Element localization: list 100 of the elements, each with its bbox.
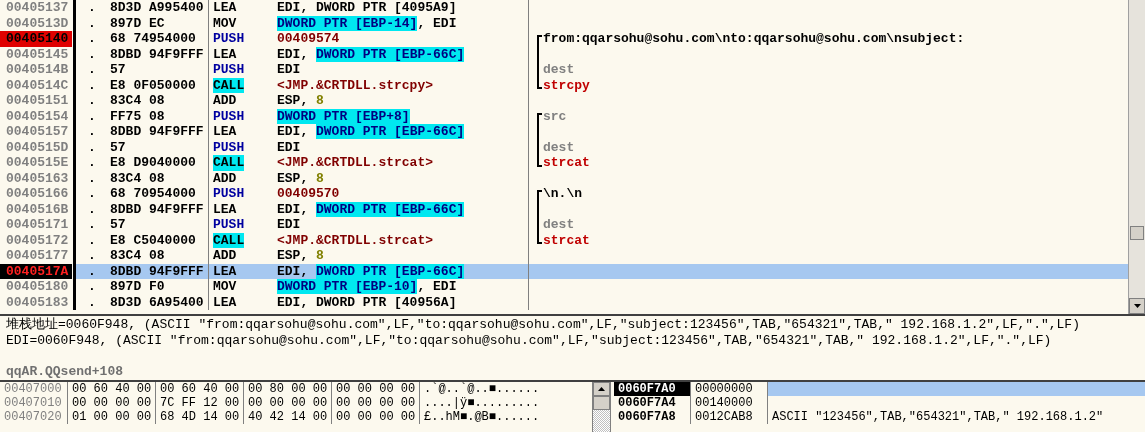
operand-cell: ESP, 8 [277, 93, 324, 109]
ascii-cell-text: ....|ÿ■......... [423, 396, 540, 410]
value-cell: 00140000 [690, 396, 768, 410]
mnemonic-cell: PUSH [213, 62, 245, 78]
down-arrow-icon [1133, 304, 1141, 308]
dot-marker: . [88, 248, 97, 264]
address-cell-text: 0040514B [5, 62, 70, 78]
comment-text: strcat [542, 232, 590, 248]
operand-cell: ESP, 8 [277, 248, 324, 264]
hex-cell: 8DBD 94F9FFF [110, 263, 204, 279]
comment-text: dest [542, 139, 575, 155]
scroll-thumb[interactable] [593, 396, 610, 410]
address-cell-text: 00405137 [5, 0, 70, 16]
dot-marker: . [88, 15, 97, 31]
operand-cell: <JMP.&CRTDLL.strcat> [277, 155, 434, 171]
mnemonic-cell: LEA [213, 294, 237, 310]
operand-cell: EDI [277, 62, 301, 78]
scroll-down-button[interactable] [1129, 298, 1145, 314]
address-cell-text: 0040516B [5, 201, 70, 217]
hex-cell: 01 00 00 00 [68, 410, 156, 424]
dot-marker: . [88, 279, 97, 295]
address-cell: 00407000 [0, 382, 68, 396]
hex-cell: E8 D9040000 [110, 155, 196, 171]
dot-marker: . [88, 46, 97, 62]
scrollbar[interactable] [592, 382, 611, 432]
dot-marker: . [88, 217, 97, 233]
hex-cell: 68 70954000 [110, 186, 196, 202]
operand-cell: EDI [277, 139, 301, 155]
mnemonic-cell: PUSH [213, 186, 245, 202]
operand-cell: 00409574 [277, 31, 340, 47]
value-text: 堆栈地址=0060F948, (ASCII "from:qqarsohu@sohu.com",LF,"to:qqarsohu@sohu.com",LF,"subject:123456",TAB,"654321",TAB," 192.168.1.2",LF,".",LF) [6, 317, 1081, 333]
stack-row[interactable]: 0060F7A0 00000000 [614, 382, 1145, 396]
dot-marker: . [88, 139, 97, 155]
value-cell: 00000000 [690, 382, 768, 396]
mnemonic-cell: MOV [213, 279, 237, 295]
hex-cell: 7C FF 12 00 [156, 396, 244, 410]
dot-marker: . [88, 232, 97, 248]
hex-cell: 00 00 00 00 [332, 410, 420, 424]
operand-cell: 00409570 [277, 186, 340, 202]
hex-cell: 00 00 00 00 [332, 382, 420, 396]
hex-cell: 57 [110, 217, 126, 233]
address-cell-text: 00405180 [5, 279, 70, 295]
mnemonic-cell: ADD [213, 93, 237, 109]
operand-cell: EDI [277, 217, 301, 233]
hex-cell: 00 60 40 00 [68, 382, 156, 396]
comment-text: \n.\n [542, 186, 582, 202]
scroll-up-button[interactable] [593, 382, 610, 396]
address-cell-text: 0040514C [5, 77, 70, 93]
mnemonic-cell: MOV [213, 15, 237, 31]
hex-cell: E8 C5040000 [110, 232, 196, 248]
comment-text: strcpy [542, 77, 590, 93]
dot-marker: . [88, 62, 97, 78]
hex-cell: 897D F0 [110, 279, 165, 295]
value-cell: 0012CAB8 [690, 410, 768, 424]
location-text: qqAR.QQsend+108 [6, 364, 125, 380]
ascii-cell-text: £..hM■.@B■...... [423, 410, 540, 424]
dot-marker: . [88, 31, 97, 47]
comment-text: src [542, 108, 567, 124]
operand-cell: ESP, 8 [277, 170, 324, 186]
dot-marker: . [88, 93, 97, 109]
mnemonic-cell: LEA [213, 263, 237, 279]
mnemonic-cell: LEA [213, 46, 237, 62]
hex-cell: 68 4D 14 00 [156, 410, 244, 424]
hex-cell: 00 00 00 00 [68, 396, 156, 410]
dot-marker: . [88, 0, 97, 16]
dot-marker: . [88, 201, 97, 217]
operand-cell: EDI, DWORD PTR [4095A9] [277, 0, 457, 16]
operand-cell: EDI, DWORD PTR [EBP-66C] [277, 124, 465, 140]
mnemonic-cell: LEA [213, 124, 237, 140]
hex-cell: 83C4 08 [110, 248, 165, 264]
operand-cell: <JMP.&CRTDLL.strcpy> [277, 77, 434, 93]
address-cell-text: 00405183 [5, 294, 70, 310]
hex-cell: 8DBD 94F9FFF [110, 46, 204, 62]
mnemonic-cell: PUSH [213, 108, 245, 124]
mnemonic-cell: LEA [213, 201, 237, 217]
hex-cell: 40 42 14 00 [244, 410, 332, 424]
address-cell: 0060F7A0 [614, 382, 690, 396]
address-cell: 00407010 [0, 396, 68, 410]
mnemonic-cell: PUSH [213, 217, 245, 233]
comment-text: strcat [542, 155, 590, 171]
dot-marker: . [88, 124, 97, 140]
hex-cell: FF75 08 [110, 108, 165, 124]
hex-cell: 68 74954000 [110, 31, 196, 47]
dot-marker: . [88, 108, 97, 124]
comment-text: ASCII "123456",TAB,"654321",TAB," 192.168.1.2" [771, 410, 1104, 424]
address-cell: 00407020 [0, 410, 68, 424]
dot-marker: . [88, 263, 97, 279]
hex-cell: 57 [110, 139, 126, 155]
ascii-cell-text: .`@..`@..■...... [423, 382, 540, 396]
mnemonic-cell: LEA [213, 0, 237, 16]
hex-cell: 57 [110, 62, 126, 78]
hex-cell: 00 80 00 00 [244, 382, 332, 396]
hex-cell: 00 00 00 00 [244, 396, 332, 410]
scroll-thumb[interactable] [1130, 226, 1144, 240]
hex-cell: 00 00 00 00 [332, 396, 420, 410]
scrollbar[interactable] [1128, 0, 1145, 314]
hex-cell: 83C4 08 [110, 93, 165, 109]
address-cell-text: 0040515D [5, 139, 70, 155]
dot-marker: . [88, 77, 97, 93]
dot-marker: . [88, 294, 97, 310]
